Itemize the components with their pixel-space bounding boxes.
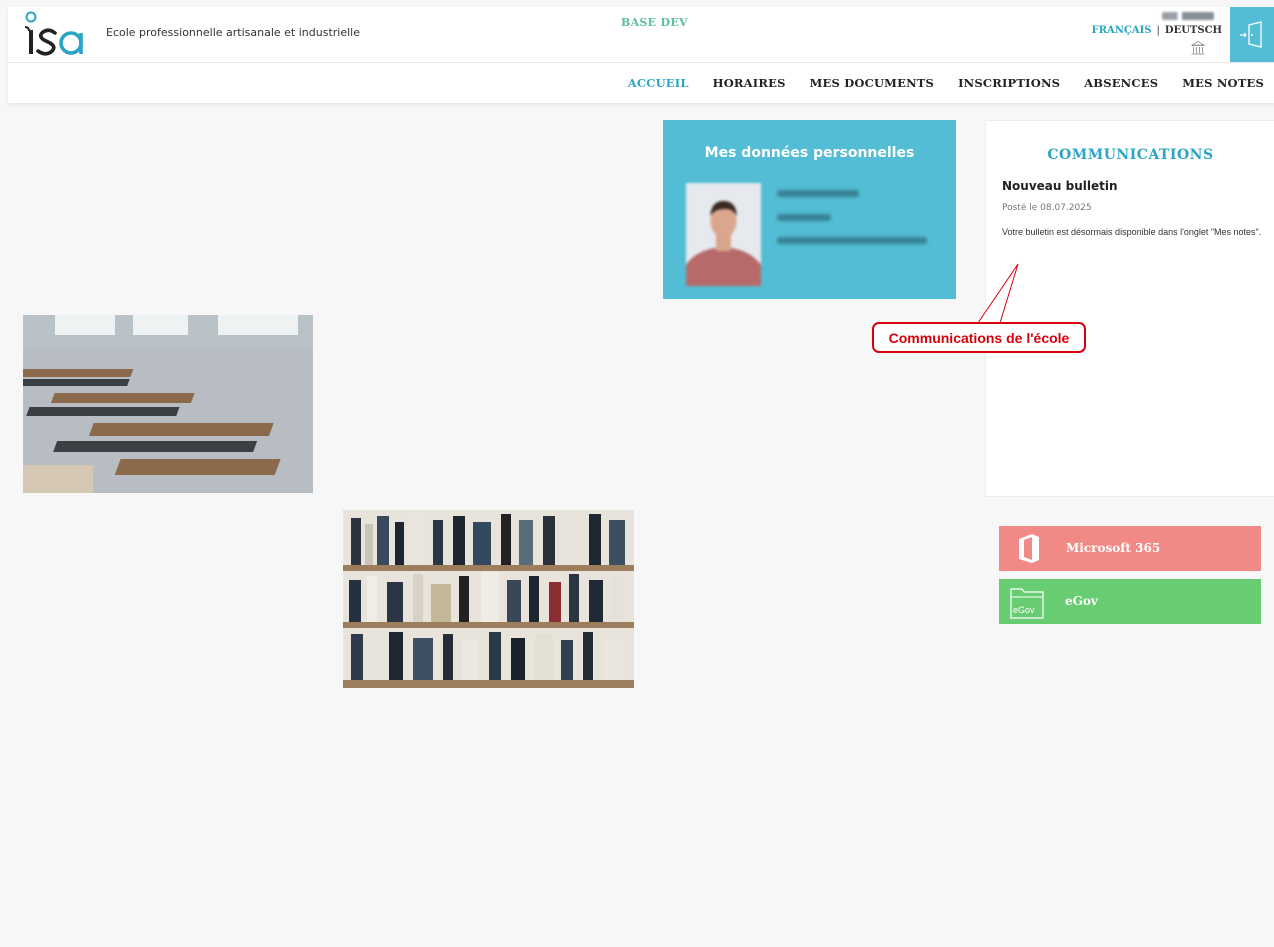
building-icon[interactable] bbox=[1190, 40, 1206, 56]
personal-data-title: Mes données personnelles bbox=[704, 145, 915, 161]
profile-photo bbox=[686, 183, 761, 286]
microsoft-365-button[interactable]: Microsoft 365 bbox=[999, 526, 1261, 571]
birthdate-blurred bbox=[777, 214, 831, 221]
nav-mes-documents[interactable]: MES DOCUMENTS bbox=[810, 76, 934, 90]
nav-accueil[interactable]: ACCUEIL bbox=[628, 76, 689, 90]
nav-inscriptions[interactable]: INSCRIPTIONS bbox=[958, 76, 1060, 90]
main-nav: ACCUEIL HORAIRES MES DOCUMENTS INSCRIPTI… bbox=[604, 76, 1264, 90]
egov-button[interactable]: eGov eGov bbox=[999, 579, 1261, 624]
personal-data-panel[interactable]: Mes données personnelles bbox=[663, 120, 956, 299]
news-title[interactable]: Nouveau bulletin bbox=[1002, 179, 1118, 193]
communications-callout: Communications de l'école bbox=[872, 322, 1086, 353]
lang-fr-link[interactable]: FRANÇAIS bbox=[1092, 25, 1152, 36]
top-bar: Ecole professionnelle artisanale et indu… bbox=[8, 7, 1274, 103]
school-name: Ecole professionnelle artisanale et indu… bbox=[106, 26, 360, 39]
folder-icon: eGov bbox=[1010, 588, 1044, 619]
news-date: Posté le 08.07.2025 bbox=[1002, 203, 1092, 213]
environment-label: BASE DEV bbox=[621, 16, 688, 29]
bookshelf-image bbox=[343, 510, 634, 688]
student-name-blurred bbox=[777, 190, 859, 197]
isa-logo[interactable] bbox=[22, 11, 88, 57]
nav-absences[interactable]: ABSENCES bbox=[1084, 76, 1158, 90]
logout-button[interactable] bbox=[1230, 7, 1274, 62]
lang-de-link[interactable]: DEUTSCH bbox=[1165, 25, 1222, 36]
lang-separator: | bbox=[1156, 25, 1160, 36]
nav-horaires[interactable]: HORAIRES bbox=[713, 76, 786, 90]
language-switcher: FRANÇAIS | DEUTSCH bbox=[1092, 25, 1222, 36]
classroom-image bbox=[23, 315, 313, 493]
egov-label: eGov bbox=[1065, 594, 1098, 608]
nav-mes-notes[interactable]: MES NOTES bbox=[1182, 76, 1264, 90]
header: Ecole professionnelle artisanale et indu… bbox=[8, 7, 1274, 63]
news-body: Votre bulletin est désormais disponible … bbox=[1002, 227, 1262, 237]
communications-title: COMMUNICATIONS bbox=[1047, 147, 1214, 163]
egov-icon-text: eGov bbox=[1013, 605, 1035, 615]
communications-panel: COMMUNICATIONS Nouveau bulletin Posté le… bbox=[985, 120, 1274, 497]
user-name-blurred bbox=[1162, 12, 1214, 20]
microsoft-365-label: Microsoft 365 bbox=[1066, 541, 1161, 555]
exit-door-icon bbox=[1240, 20, 1262, 48]
office-icon bbox=[1019, 534, 1039, 563]
email-blurred bbox=[777, 237, 927, 244]
